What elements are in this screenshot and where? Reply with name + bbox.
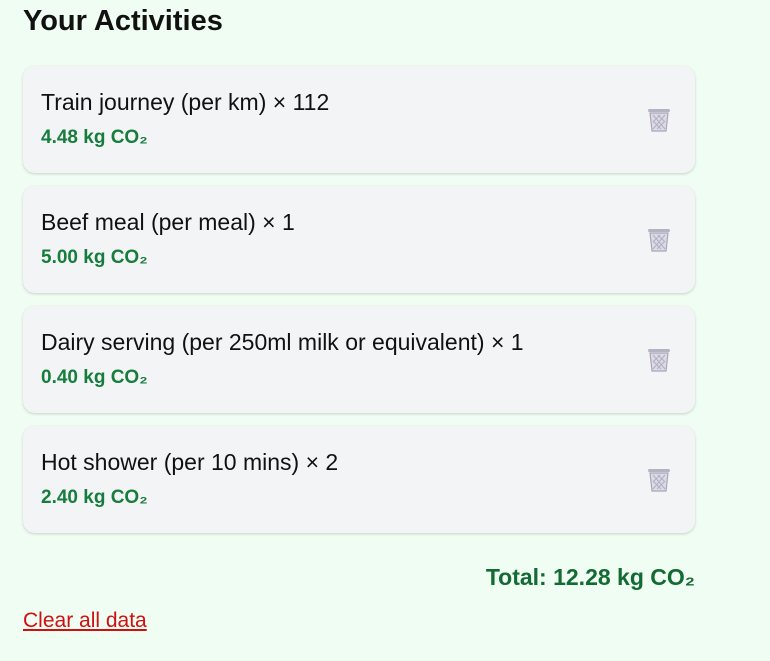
activity-name: Train journey (per km) × 112 [41,89,330,115]
activity-co2-value: 5.00 kg CO₂ [41,247,148,268]
activity-co2-value: 4.48 kg CO₂ [41,127,148,148]
trash-bin-icon [648,229,670,252]
clear-all-data-link[interactable]: Clear all data [23,609,147,633]
page-title: Your Activities [23,5,223,37]
activity-name: Dairy serving (per 250ml milk or equival… [41,329,524,355]
activity-card: Train journey (per km) × 112 4.48 kg CO₂ [23,66,695,173]
activity-card: Dairy serving (per 250ml milk or equival… [23,306,695,413]
activity-name: Beef meal (per meal) × 1 [41,209,295,235]
delete-activity-button[interactable] [645,346,673,374]
total-co2: Total: 12.28 kg CO₂ [485,564,695,590]
delete-activity-button[interactable] [645,466,673,494]
activity-card: Beef meal (per meal) × 1 5.00 kg CO₂ [23,186,695,293]
trash-bin-icon [648,109,670,132]
activity-name: Hot shower (per 10 mins) × 2 [41,449,339,475]
trash-bin-icon [648,349,670,372]
activity-co2-value: 0.40 kg CO₂ [41,367,148,388]
trash-bin-icon [648,469,670,492]
delete-activity-button[interactable] [645,226,673,254]
activity-list: Train journey (per km) × 112 4.48 kg CO₂… [23,66,695,546]
activity-card: Hot shower (per 10 mins) × 2 2.40 kg CO₂ [23,426,695,533]
activity-co2-value: 2.40 kg CO₂ [41,487,148,508]
delete-activity-button[interactable] [645,106,673,134]
